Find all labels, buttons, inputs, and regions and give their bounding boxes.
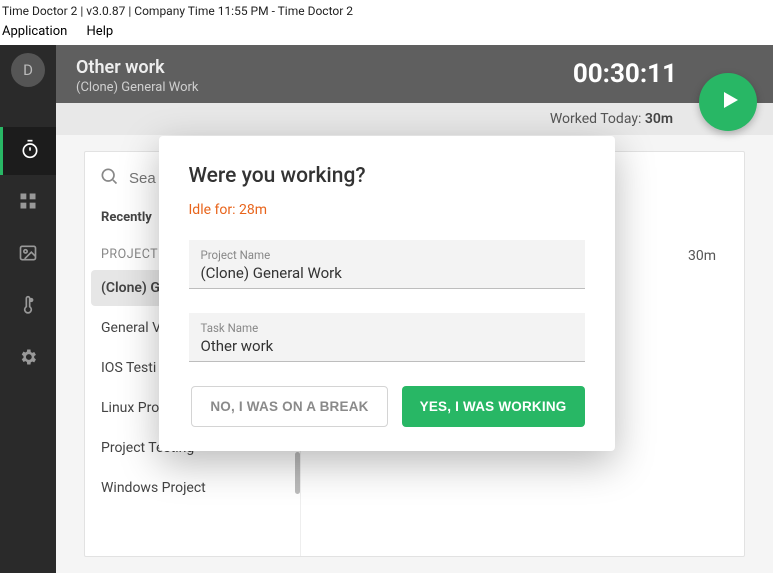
current-project-sub: (Clone) General Work: [76, 80, 198, 95]
sidebar-break[interactable]: [0, 283, 56, 331]
project-name-field[interactable]: Project Name (Clone) General Work: [189, 240, 585, 289]
menu-bar: Application Help: [0, 20, 773, 45]
image-icon: [18, 243, 38, 267]
play-icon: [714, 88, 742, 116]
worked-today: Worked Today: 30m: [56, 103, 773, 135]
grid-icon: [18, 191, 38, 215]
modal-title: Were you working?: [189, 164, 585, 188]
sidebar-timer[interactable]: [0, 127, 56, 175]
idle-duration: Idle for: 28m: [189, 202, 585, 218]
sidebar-screenshots[interactable]: [0, 231, 56, 279]
menu-application[interactable]: Application: [2, 24, 67, 39]
task-name-value: Other work: [201, 337, 573, 355]
sidebar-settings[interactable]: [0, 335, 56, 383]
sidebar-dashboard[interactable]: [0, 179, 56, 227]
project-item-windows[interactable]: Windows Project: [85, 468, 300, 508]
idle-modal: Were you working? Idle for: 28m Project …: [159, 136, 615, 451]
project-name-label: Project Name: [201, 248, 573, 262]
task-name-label: Task Name: [201, 321, 573, 335]
window-title: Time Doctor 2 | v3.0.87 | Company Time 1…: [0, 0, 773, 20]
project-name-value: (Clone) General Work: [201, 264, 573, 282]
search-icon: [99, 166, 129, 190]
sidebar: D: [0, 45, 56, 573]
timer-display: 00:30:11: [573, 59, 677, 89]
scrollbar-thumb[interactable]: [295, 452, 300, 494]
worked-today-label: Worked Today:: [550, 111, 645, 127]
worked-today-value: 30m: [645, 111, 673, 127]
current-task-title: Other work: [76, 57, 198, 78]
menu-help[interactable]: Help: [87, 24, 114, 39]
stopwatch-icon: [20, 139, 40, 163]
break-button[interactable]: NO, I WAS ON A BREAK: [191, 386, 387, 427]
modal-actions: NO, I WAS ON A BREAK YES, I WAS WORKING: [189, 386, 585, 427]
avatar[interactable]: D: [11, 53, 45, 87]
working-button[interactable]: YES, I WAS WORKING: [402, 386, 585, 427]
task-duration: 30m: [688, 248, 716, 264]
header: Other work (Clone) General Work 00:30:11: [56, 45, 773, 103]
thermometer-icon: [18, 295, 38, 319]
task-name-field[interactable]: Task Name Other work: [189, 313, 585, 362]
gear-icon: [18, 347, 38, 371]
play-button[interactable]: [699, 73, 757, 131]
